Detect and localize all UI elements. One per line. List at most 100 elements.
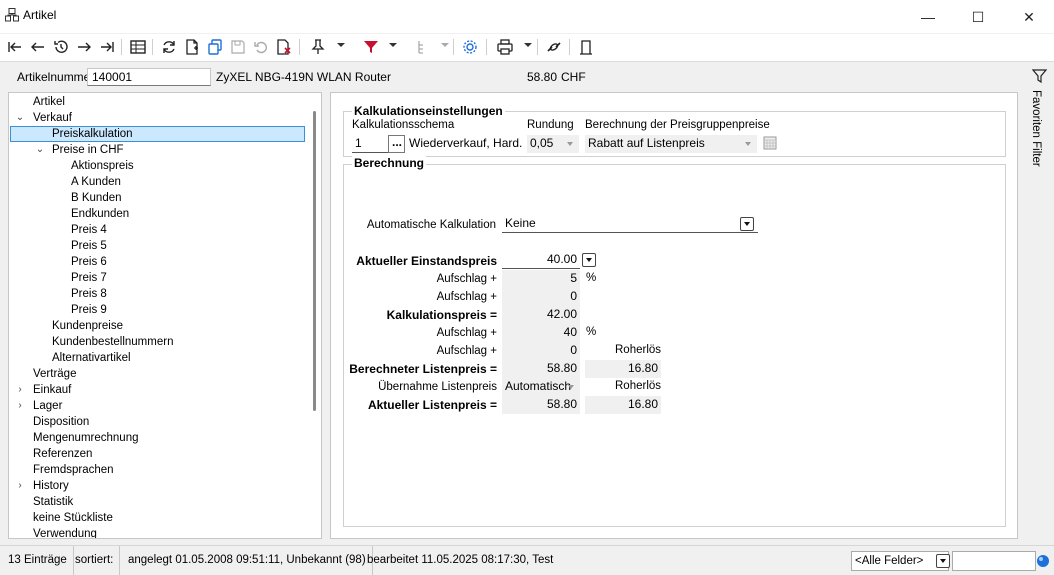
previous-button[interactable] [27,36,49,58]
print-dropdown-arrow[interactable] [524,43,532,47]
rounding-label: Rundung [527,119,574,131]
filter-field-select[interactable]: <Alle Felder> [851,551,949,571]
chevron-down-icon[interactable] [740,217,754,231]
tree-item-b-kunden[interactable]: B Kunden [71,190,122,206]
delete-button[interactable] [273,36,295,58]
table-view-button[interactable] [127,36,149,58]
refresh-button[interactable] [158,36,180,58]
toolbar-separator [299,39,300,55]
tree-item-alternativartikel[interactable]: Alternativartikel [52,350,131,366]
close-button[interactable]: ✕ [1006,0,1052,34]
chevron-down-icon[interactable]: ⌄ [15,110,25,126]
window-title: Artikel [23,8,57,22]
aufschlag-amount-input[interactable]: 0 [502,288,580,306]
tree-item-endkunden[interactable]: Endkunden [71,206,129,222]
tree-item-preiskalkulation[interactable]: Preiskalkulation [52,126,133,142]
aufschlag-percent-input[interactable]: 5 [502,270,580,288]
next-button[interactable] [73,36,95,58]
tree-item-statistik[interactable]: Statistik [33,494,73,510]
chevron-right-icon[interactable]: › [15,478,25,494]
copy-button[interactable] [204,36,226,58]
save-button[interactable] [227,36,249,58]
history-button[interactable] [50,36,72,58]
schema-input[interactable]: 1 [352,135,388,153]
chevron-down-icon[interactable]: ⌄ [35,142,45,158]
tree-item-preis-5[interactable]: Preis 5 [71,238,107,254]
tree-item-kundenpreise[interactable]: Kundenpreise [52,318,123,334]
close-record-button[interactable] [575,36,597,58]
aufschlag-amount-input[interactable]: 0 [502,342,580,360]
tree-item-lager[interactable]: Lager [33,398,62,414]
tree-item-a-kunden[interactable]: A Kunden [71,174,121,190]
tree-item-disposition[interactable]: Disposition [33,414,89,430]
title-bar: Artikel — ☐ ✕ [0,0,1054,34]
pricegroup-select[interactable]: Rabatt auf Listenpreis [585,135,757,153]
tree-item-preis-6[interactable]: Preis 6 [71,254,107,270]
tree-item-preis-8[interactable]: Preis 8 [71,286,107,302]
copy-icon [208,39,222,55]
filter-icon [364,41,378,53]
minimize-icon: — [921,9,935,25]
toolbar [0,34,1054,62]
tree-item-stueckliste[interactable]: keine Stückliste [33,510,113,526]
tree-item-aktionspreis[interactable]: Aktionspreis [71,158,134,174]
search-globe-icon[interactable] [1036,554,1050,568]
sort-status: sortiert: [69,546,121,575]
filter-field-value: <Alle Felder> [855,555,924,567]
aufschlag-percent-input[interactable]: 40 [502,324,580,342]
save-icon [231,40,245,54]
new-button[interactable] [181,36,203,58]
tree-item-kundenbestellnummern[interactable]: Kundenbestellnummern [52,334,173,350]
minimize-button[interactable]: — [905,0,951,34]
schema-lookup-button[interactable]: ... [388,135,405,153]
filter-button[interactable] [360,36,382,58]
auto-calc-select[interactable]: Keine [502,215,758,233]
tree-item-history[interactable]: History [33,478,69,494]
last-record-button[interactable] [96,36,118,58]
tree-item-preis-4[interactable]: Preis 4 [71,222,107,238]
chevron-down-icon[interactable] [567,142,573,146]
kalkulationspreis-label: Kalkulationspreis = [386,308,497,322]
chevron-down-icon[interactable] [582,253,596,267]
tree-item-fremdsprachen[interactable]: Fremdsprachen [33,462,114,478]
tree-scrollbar[interactable] [313,111,316,411]
filter-dropdown-arrow[interactable] [389,43,397,47]
tree-item-preise-in-chf[interactable]: Preise in CHF [52,142,124,158]
article-currency: CHF [561,70,586,84]
pricegroup-value: Rabatt auf Listenpreis [588,136,705,150]
maximize-button[interactable]: ☐ [955,0,1001,34]
tree-dropdown-arrow[interactable] [441,43,449,47]
tree-item-preis-7[interactable]: Preis 7 [71,270,107,286]
settings-group-title: Kalkulationseinstellungen [352,104,505,118]
link-button[interactable] [543,36,565,58]
chevron-down-icon[interactable] [745,142,751,146]
chevron-right-icon[interactable]: › [15,398,25,414]
print-button[interactable] [494,36,516,58]
detail-panel: Kalkulationseinstellungen Kalkulationssc… [330,92,1018,539]
artnr-input[interactable]: 140001 [87,68,211,86]
chevron-right-icon[interactable]: › [15,382,25,398]
refresh-icon [163,41,175,53]
undo-button[interactable] [250,36,272,58]
quick-search-input[interactable] [952,551,1036,571]
einstandspreis-input[interactable]: 40.00 [502,251,580,269]
pin-icon [311,39,325,54]
chevron-down-icon[interactable] [936,554,950,568]
settings-button[interactable] [459,36,481,58]
tree-item-artikel[interactable]: Artikel [33,94,65,110]
pin-dropdown-arrow[interactable] [337,43,345,47]
first-record-button[interactable] [4,36,26,58]
chevron-down-icon[interactable] [568,385,574,389]
tree-item-vertraege[interactable]: Verträge [33,366,76,382]
tree-item-verkauf[interactable]: Verkauf [33,110,72,126]
tree-item-preis-9[interactable]: Preis 9 [71,302,107,318]
tree-item-mengenumrechnung[interactable]: Mengenumrechnung [33,430,139,446]
favorites-filter-sidebar[interactable]: Favoriten Filter [1030,66,1050,176]
tree-item-einkauf[interactable]: Einkauf [33,382,71,398]
roherloes-value: 16.80 [585,396,661,414]
calculator-icon[interactable] [763,136,777,150]
pin-button[interactable] [307,36,329,58]
tree-item-referenzen[interactable]: Referenzen [33,446,92,462]
tree-item-verwendung[interactable]: Verwendung [33,526,97,538]
tree-button[interactable] [412,36,434,58]
